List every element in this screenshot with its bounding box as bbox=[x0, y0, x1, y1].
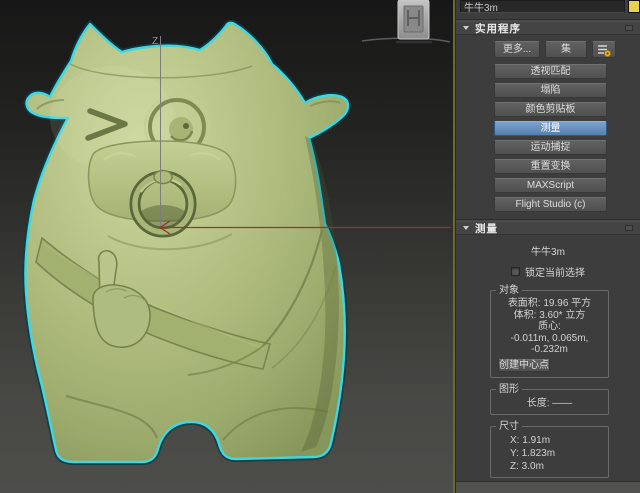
utility-button-measure[interactable]: 测量 bbox=[494, 121, 607, 136]
triangle-down-icon bbox=[463, 26, 469, 30]
utility-button-collapse[interactable]: 塌陷 bbox=[494, 83, 607, 98]
utility-button-maxscript[interactable]: MAXScript bbox=[494, 178, 607, 193]
rollout-gripper-icon bbox=[625, 25, 633, 31]
utility-button-color-clipboard[interactable]: 颜色剪贴板 bbox=[494, 102, 607, 117]
measured-object-name: 牛牛3m bbox=[531, 247, 565, 258]
open-eye-pupil bbox=[183, 123, 189, 129]
utility-button-motion-capture[interactable]: 运动捕捉 bbox=[494, 140, 607, 155]
dimension-x: X: 1.91m bbox=[510, 434, 551, 446]
more-button[interactable]: 更多... bbox=[494, 41, 540, 58]
rollout-title: 测量 bbox=[475, 222, 498, 235]
sets-button[interactable]: 集 bbox=[545, 41, 587, 58]
viewport-scene: Z bbox=[0, 0, 451, 493]
rollout-utilities[interactable]: 实用程序 bbox=[456, 21, 640, 35]
centroid-xy-value: -0.011m, 0.065m, bbox=[510, 332, 589, 344]
utility-top-buttons: 更多... 集 bbox=[494, 41, 616, 58]
helper-object[interactable] bbox=[361, 0, 451, 44]
utility-button-reset-xform[interactable]: 重置变换 bbox=[494, 159, 607, 174]
length-value: 长度: —— bbox=[526, 397, 573, 409]
centroid-z-value: -0.232m bbox=[531, 344, 568, 355]
lock-selection-label: 锁定当前选择 bbox=[525, 268, 585, 279]
lock-selection-row: 锁定当前选择 bbox=[456, 264, 640, 279]
utility-button-flight-studio[interactable]: Flight Studio (c) bbox=[494, 197, 607, 212]
shapes-group: 图形 长度: —— bbox=[490, 383, 609, 415]
shapes-group-title: 图形 bbox=[496, 383, 522, 395]
gizmo-z-label: Z bbox=[152, 36, 158, 47]
object-group: 对象 表面积: 19.96 平方 体积: 3.60* 立方 质心: -0.011… bbox=[490, 285, 609, 378]
object-color-swatch[interactable] bbox=[628, 0, 640, 13]
viewport-3d[interactable]: Z bbox=[0, 0, 455, 493]
centroid-label: 质心: bbox=[538, 321, 561, 332]
object-name-row bbox=[456, 0, 640, 15]
object-name-field[interactable] bbox=[460, 0, 625, 13]
list-gear-icon bbox=[598, 44, 612, 57]
volume-value: 体积: 3.60* 立方 bbox=[513, 309, 586, 321]
triangle-down-icon bbox=[463, 226, 469, 230]
app-window: Z 实用程序 更多... 集 bbox=[0, 0, 640, 493]
configure-button-sets-button[interactable] bbox=[592, 41, 616, 58]
panel-bottom-edge bbox=[456, 481, 640, 493]
nose-ring-hinge bbox=[153, 169, 173, 185]
model-bull[interactable] bbox=[25, 23, 348, 462]
utility-button-perspective-match[interactable]: 透视匹配 bbox=[494, 64, 607, 79]
command-panel: 实用程序 更多... 集 透视匹配 塌陷 颜色剪贴板 测量 运动捕捉 重置变换 … bbox=[455, 0, 640, 493]
utility-button-stack: 透视匹配 塌陷 颜色剪贴板 测量 运动捕捉 重置变换 MAXScript Fli… bbox=[494, 64, 607, 212]
lock-selection-checkbox[interactable] bbox=[511, 267, 520, 276]
object-group-title: 对象 bbox=[496, 285, 522, 296]
rollout-gripper-icon bbox=[625, 225, 633, 231]
surface-area-value: 表面积: 19.96 平方 bbox=[507, 298, 592, 309]
dimensions-group: 尺寸 X: 1.91m Y: 1.823m Z: 3.0m bbox=[490, 420, 609, 478]
rollout-measure[interactable]: 测量 bbox=[456, 221, 640, 235]
dimension-y: Y: 1.823m bbox=[510, 447, 556, 459]
rollout-title: 实用程序 bbox=[475, 22, 521, 35]
dimension-z: Z: 3.0m bbox=[510, 460, 544, 472]
create-center-point-button[interactable]: 创建中心点 bbox=[498, 358, 550, 372]
dimensions-group-title: 尺寸 bbox=[496, 420, 522, 432]
